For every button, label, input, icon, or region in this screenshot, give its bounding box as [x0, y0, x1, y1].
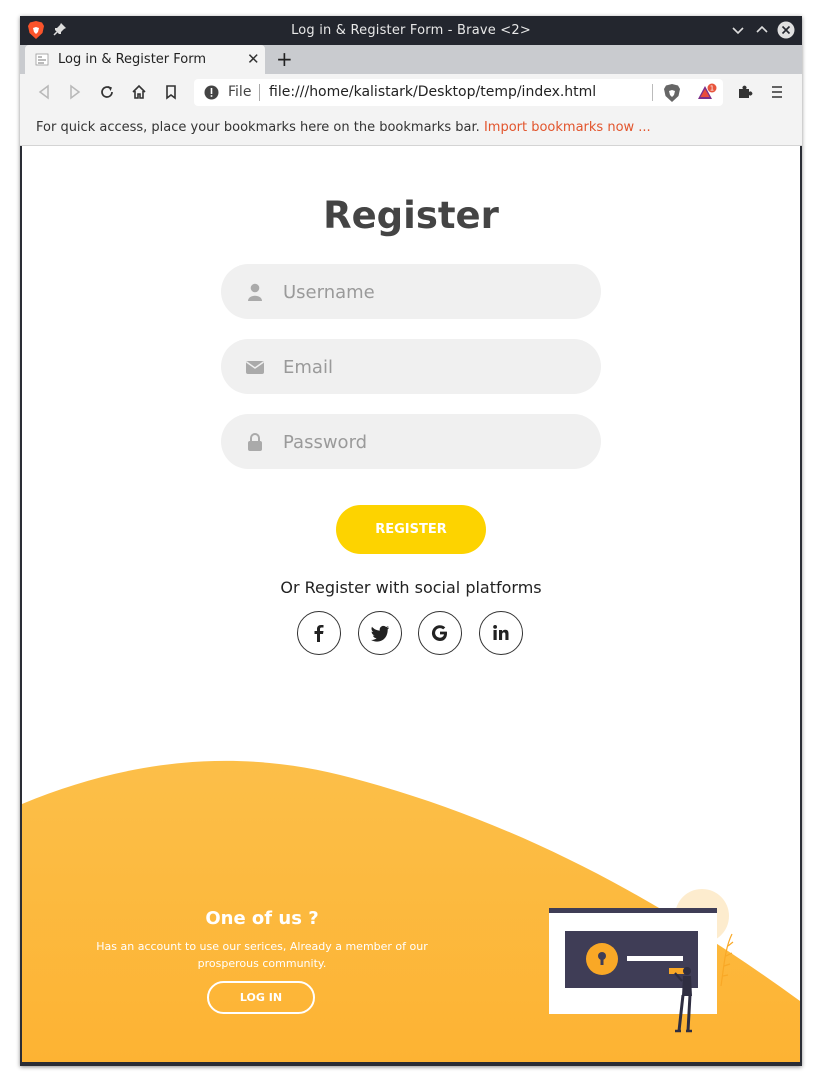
google-button[interactable] [418, 611, 462, 655]
register-title: Register [323, 194, 499, 237]
import-bookmarks-link[interactable]: Import bookmarks now ... [484, 120, 651, 135]
linkedin-icon [493, 625, 509, 640]
panel-description: Has an account to use our serices, Alrea… [96, 940, 428, 970]
register-button[interactable]: REGISTER [336, 505, 486, 554]
home-icon[interactable] [130, 83, 148, 101]
user-icon [248, 283, 262, 301]
twitter-button[interactable] [358, 611, 402, 655]
close-window-icon[interactable] [777, 21, 795, 39]
tab-label: Log in & Register Form [58, 52, 207, 67]
twitter-icon [371, 625, 389, 642]
browser-window: Log in & Register Form - Brave <2> Log i… [20, 16, 802, 1066]
window-title: Log in & Register Form - Brave <2> [291, 23, 531, 38]
panel-title: One of us ? [205, 908, 319, 929]
rewards-badge: 1 [710, 85, 714, 93]
facebook-icon [314, 625, 324, 642]
envelope-icon [246, 361, 264, 374]
google-icon [431, 625, 447, 642]
title-bar: Log in & Register Form - Brave <2> [20, 16, 802, 45]
forward-icon[interactable] [66, 83, 84, 101]
password-field [221, 414, 601, 469]
reload-icon[interactable] [98, 83, 116, 101]
url-text[interactable]: file:///home/kalistark/Desktop/temp/inde… [269, 84, 596, 100]
tab-close-icon[interactable]: ✕ [247, 51, 260, 67]
username-field [221, 264, 601, 319]
bookmark-icon[interactable] [162, 83, 180, 101]
info-icon[interactable] [204, 85, 219, 100]
email-field [221, 339, 601, 394]
divider [652, 84, 653, 101]
page-viewport: Register REGISTER Or Register with socia [22, 146, 800, 1062]
new-tab-button[interactable]: + [276, 48, 293, 70]
password-input[interactable] [281, 426, 575, 458]
username-input[interactable] [281, 276, 575, 308]
bookmarks-hint: For quick access, place your bookmarks h… [36, 120, 480, 135]
facebook-button[interactable] [297, 611, 341, 655]
minimize-icon[interactable] [729, 21, 747, 39]
browser-toolbar: File file:///home/kalistark/Desktop/temp… [20, 74, 802, 111]
page-favicon-icon [35, 53, 49, 66]
tab-strip: Log in & Register Form ✕ + [20, 45, 802, 74]
address-bar[interactable]: File file:///home/kalistark/Desktop/temp… [194, 79, 723, 106]
tab-active[interactable]: Log in & Register Form ✕ [25, 45, 265, 74]
back-icon[interactable] [35, 83, 53, 101]
security-illustration [549, 889, 734, 1033]
extensions-icon[interactable] [736, 83, 754, 101]
social-register-text: Or Register with social platforms [280, 578, 542, 597]
bookmarks-message: For quick access, place your bookmarks h… [36, 120, 651, 135]
brave-shields-icon[interactable] [663, 83, 681, 103]
login-button[interactable]: LOG IN [207, 981, 315, 1014]
linkedin-button[interactable] [479, 611, 523, 655]
divider [259, 84, 260, 101]
bookmarks-bar: For quick access, place your bookmarks h… [20, 111, 802, 146]
lock-icon [248, 433, 262, 451]
email-input[interactable] [281, 351, 575, 383]
menu-icon[interactable] [768, 83, 786, 101]
maximize-icon[interactable] [753, 21, 771, 39]
url-scheme: File [228, 84, 252, 100]
brave-rewards-icon[interactable]: 1 [697, 83, 717, 102]
